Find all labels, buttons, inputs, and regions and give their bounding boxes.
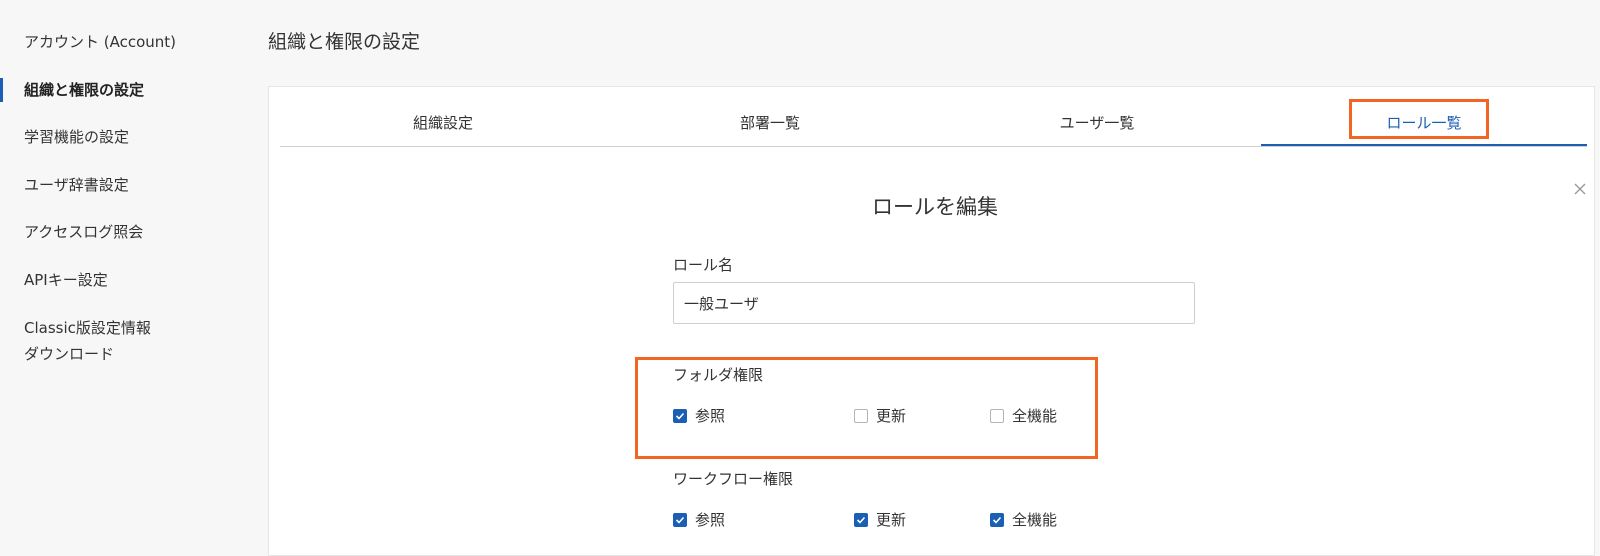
workflow-update-checkbox[interactable]: 更新 <box>854 509 906 530</box>
checkbox-label: 更新 <box>876 511 907 529</box>
role-name-label: ロール名 <box>673 256 734 274</box>
sidebar-item-learning[interactable]: 学習機能の設定 <box>24 124 129 150</box>
sidebar-item-user-dictionary[interactable]: ユーザ辞書設定 <box>24 172 129 198</box>
checkbox-checked-icon <box>673 408 687 423</box>
sidebar: アカウント (Account) 組織と権限の設定 学習機能の設定 ユーザ辞書設定… <box>0 0 240 544</box>
workflow-permission-label: ワークフロー権限 <box>673 470 794 488</box>
checkbox-unchecked-icon <box>854 408 868 423</box>
folder-update-checkbox[interactable]: 更新 <box>854 405 906 426</box>
folder-full-checkbox[interactable]: 全機能 <box>990 405 1057 426</box>
checkbox-checked-icon <box>990 512 1004 527</box>
sidebar-item-label: ダウンロード <box>24 345 115 363</box>
sidebar-item-label: Classic版設定情報 <box>24 319 151 337</box>
folder-view-checkbox[interactable]: 参照 <box>673 405 725 426</box>
dialog-title: ロールを編集 <box>872 195 998 219</box>
workflow-view-checkbox[interactable]: 参照 <box>673 509 725 530</box>
checkbox-checked-icon <box>673 512 687 527</box>
active-indicator <box>0 78 3 102</box>
sidebar-item-account[interactable]: アカウント (Account) <box>24 29 176 55</box>
sidebar-item-org-permissions[interactable]: 組織と権限の設定 <box>24 77 144 103</box>
tab-users[interactable]: ユーザ一覧 <box>934 104 1260 146</box>
checkbox-label: 全機能 <box>1012 407 1058 425</box>
tab-highlight-box <box>1349 99 1489 139</box>
checkbox-label: 更新 <box>876 407 907 425</box>
checkbox-checked-icon <box>854 512 868 527</box>
role-name-input[interactable] <box>673 282 1195 324</box>
checkbox-unchecked-icon <box>990 408 1004 423</box>
checkbox-label: 参照 <box>695 407 726 425</box>
workflow-full-checkbox[interactable]: 全機能 <box>990 509 1057 530</box>
checkbox-label: 全機能 <box>1012 511 1058 529</box>
sidebar-item-access-log[interactable]: アクセスログ照会 <box>24 219 143 245</box>
sidebar-item-api-key[interactable]: APIキー設定 <box>24 267 108 293</box>
tab-org-settings[interactable]: 組織設定 <box>280 104 606 146</box>
close-icon[interactable] <box>1571 180 1589 198</box>
checkbox-label: 参照 <box>695 511 726 529</box>
tab-departments[interactable]: 部署一覧 <box>607 104 933 146</box>
folder-permission-label: フォルダ権限 <box>673 366 764 384</box>
page-title: 組織と権限の設定 <box>268 31 421 53</box>
sidebar-item-classic-download[interactable]: Classic版設定情報 ダウンロード <box>24 315 151 367</box>
